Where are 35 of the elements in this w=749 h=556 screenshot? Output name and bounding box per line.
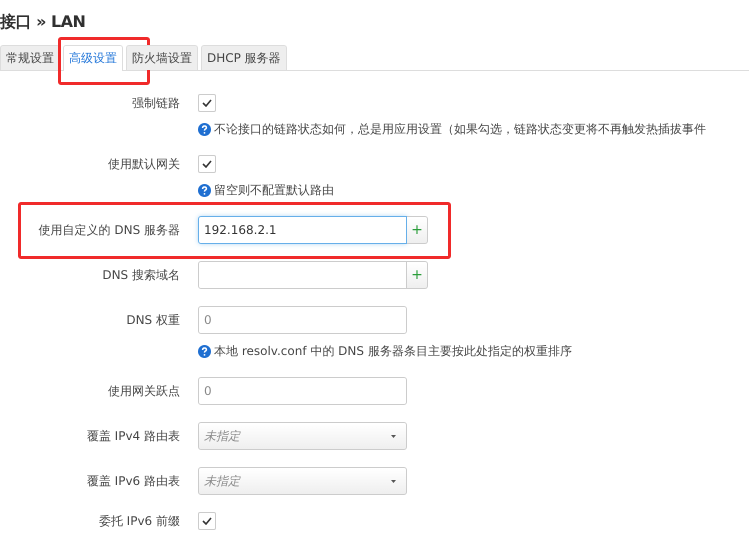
caret-icon [391,480,396,482]
help-text: 本地 resolv.conf 中的 DNS 服务器条目主要按此处指定的权重排序 [214,343,572,360]
help-text: 留空则不配置默认路由 [214,182,334,199]
field-label: 使用网关跃点 [107,382,180,400]
dropdown[interactable]: 未指定 [198,467,407,495]
help-icon [198,345,211,358]
check-icon [202,517,212,525]
field-label: 覆盖 IPv6 路由表 [86,472,180,490]
field-label: 委托 IPv6 前缀 [98,512,180,530]
checkbox[interactable] [198,94,216,112]
field-label: 使用自定义的 DNS 服务器 [38,222,180,238]
field-label: DNS 搜索域名 [101,266,180,284]
field-label: 使用默认网关 [107,156,180,172]
input-field[interactable]: 0 [198,377,407,405]
check-icon [202,160,212,168]
add-button[interactable]: + [407,261,428,289]
add-button[interactable]: + [407,216,428,244]
help-text: 不论接口的链路状态如何，总是用应用设置（如果勾选，链路状态变更将不再触发热插拔事件 [214,121,706,138]
caret-icon [391,434,396,438]
tab[interactable]: 常规设置 [0,45,60,70]
dropdown[interactable]: 未指定 [198,422,407,450]
field-label: DNS 权重 [125,312,180,328]
help-icon [198,123,211,136]
tab[interactable]: 防火墙设置 [126,45,198,70]
check-icon [202,99,212,107]
tab[interactable]: DHCP 服务器 [201,45,287,70]
help-icon [198,184,211,197]
input-field[interactable]: 0 [198,306,407,334]
input-field[interactable] [198,261,407,289]
checkbox[interactable] [198,512,216,530]
input-field[interactable]: 192.168.2.1 [198,216,407,244]
field-label: 强制链路 [131,94,180,112]
tab[interactable]: 高级设置 [63,45,123,71]
field-label: 覆盖 IPv4 路由表 [86,428,180,444]
checkbox[interactable] [198,155,216,173]
